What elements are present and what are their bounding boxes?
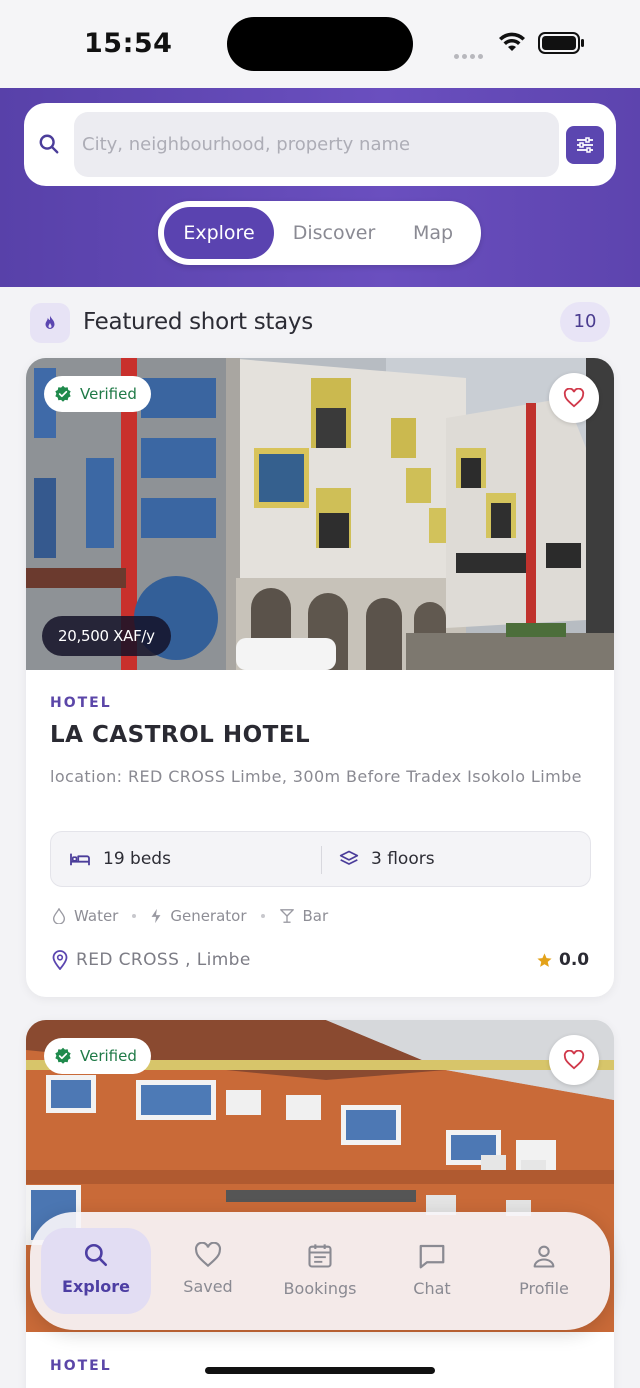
cocktail-icon	[279, 909, 294, 923]
search-input-wrap	[74, 112, 559, 177]
home-indicator[interactable]	[205, 1367, 435, 1374]
amenity-label: Water	[74, 907, 119, 925]
tab-discover[interactable]: Discover	[286, 207, 382, 259]
listing-type: HOTEL	[50, 695, 112, 711]
flame-icon	[30, 303, 70, 343]
listing-card[interactable]: Verified HOTEL	[26, 1020, 614, 1388]
bottom-nav: Explore Saved Bookings Chat Profile	[30, 1212, 610, 1330]
view-tabs: Explore Discover Map	[158, 201, 481, 265]
verified-label: Verified	[80, 385, 137, 403]
lightning-icon	[151, 908, 161, 924]
droplet-icon	[52, 908, 66, 924]
nav-explore[interactable]: Explore	[41, 1228, 151, 1314]
signal-icon	[454, 44, 486, 63]
nav-label: Bookings	[283, 1279, 357, 1298]
nav-label: Chat	[413, 1279, 451, 1298]
sliders-icon	[577, 137, 593, 153]
favorite-button[interactable]	[549, 1035, 599, 1085]
amenity-bar: Bar	[279, 907, 329, 925]
section-title: Featured short stays	[83, 309, 313, 335]
verified-label: Verified	[80, 1047, 137, 1065]
listing-location: location: RED CROSS Limbe, 300m Before T…	[50, 767, 582, 786]
app-header: Explore Discover Map	[0, 88, 640, 287]
filter-button[interactable]	[566, 126, 604, 164]
verified-badge: Verified	[44, 1038, 151, 1074]
status-bar: 15:54	[0, 0, 640, 88]
listing-type: HOTEL	[50, 1358, 112, 1374]
heart-icon	[563, 1050, 585, 1070]
nav-profile[interactable]: Profile	[489, 1228, 599, 1314]
floors-spec: 3 floors	[339, 849, 435, 869]
nav-saved[interactable]: Saved	[153, 1228, 263, 1314]
wifi-icon	[499, 32, 525, 51]
calendar-icon	[308, 1244, 332, 1268]
listing-card[interactable]: Verified 20,500 XAF/y HOTEL LA CASTROL H…	[26, 358, 614, 997]
nav-label: Explore	[62, 1277, 130, 1296]
user-icon	[533, 1245, 555, 1268]
status-time: 15:54	[84, 28, 173, 59]
spec-divider	[321, 846, 322, 874]
count-badge: 10	[560, 302, 610, 342]
verified-check-icon	[55, 385, 71, 402]
amenity-label: Generator	[170, 907, 247, 925]
search-icon	[39, 134, 59, 154]
search-icon	[84, 1243, 108, 1267]
amenities: Water Generator Bar	[52, 907, 328, 925]
nav-chat[interactable]: Chat	[377, 1228, 487, 1314]
heart-icon	[194, 1242, 222, 1268]
floors-label: 3 floors	[371, 849, 435, 869]
star-icon	[537, 952, 552, 967]
favorite-button[interactable]	[549, 373, 599, 423]
amenity-separator	[132, 914, 137, 918]
nav-bookings[interactable]: Bookings	[265, 1228, 375, 1314]
chat-icon	[419, 1244, 445, 1269]
amenity-water: Water	[52, 907, 118, 925]
bed-icon	[70, 853, 90, 866]
listing-specs: 19 beds 3 floors	[50, 831, 591, 887]
nav-label: Saved	[183, 1277, 233, 1296]
tab-explore[interactable]: Explore	[164, 207, 274, 259]
heart-icon	[563, 388, 585, 408]
verified-check-icon	[55, 1047, 71, 1064]
listing-name: LA CASTROL HOTEL	[50, 722, 311, 748]
amenity-generator: Generator	[150, 907, 247, 925]
verified-badge: Verified	[44, 376, 151, 412]
nav-label: Profile	[519, 1279, 569, 1298]
amenity-separator	[260, 914, 265, 918]
layers-icon	[339, 850, 359, 865]
beds-spec: 19 beds	[69, 849, 171, 869]
listing-address: RED CROSS , Limbe	[52, 950, 251, 970]
search-bar	[24, 103, 616, 186]
listing-rating: 0.0	[536, 950, 589, 970]
address-label: RED CROSS , Limbe	[76, 950, 251, 970]
rating-value: 0.0	[559, 950, 590, 970]
price-tag: 20,500 XAF/y	[42, 616, 171, 656]
battery-icon	[538, 32, 584, 54]
dynamic-island	[227, 17, 413, 71]
map-pin-icon	[52, 950, 68, 970]
tab-map[interactable]: Map	[398, 207, 468, 259]
beds-label: 19 beds	[103, 849, 171, 869]
listing-photo: Verified 20,500 XAF/y	[26, 358, 614, 670]
search-input[interactable]	[74, 112, 559, 177]
amenity-label: Bar	[302, 907, 329, 925]
